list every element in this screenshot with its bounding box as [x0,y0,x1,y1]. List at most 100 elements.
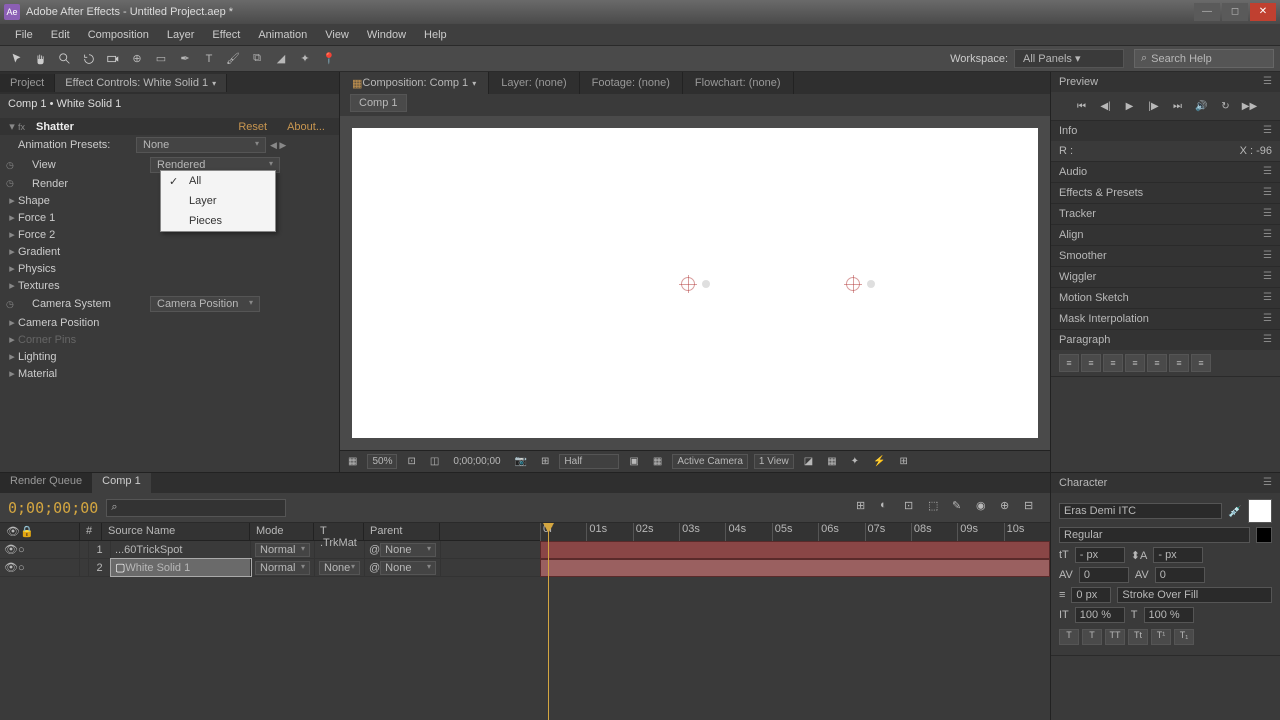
minimize-button[interactable]: — [1194,3,1220,21]
group-shape[interactable]: Shape [18,195,148,207]
col-mode[interactable]: Mode [250,523,314,540]
transparency-icon[interactable]: ▦ [649,455,666,468]
parent-select[interactable]: None [380,561,436,575]
roto-tool[interactable]: ✦ [294,49,316,69]
trkmat-select[interactable]: None [319,561,360,575]
layer-bar-2[interactable] [540,559,1050,577]
selection-tool[interactable] [6,49,28,69]
panel-character[interactable]: Character [1059,477,1107,489]
align-center-button[interactable]: ≡ [1081,354,1101,372]
camera-tool[interactable] [102,49,124,69]
justify-button[interactable]: ≡ [1147,354,1167,372]
preset-nav[interactable]: ◀ ▶ [270,140,286,151]
col-parent[interactable]: Parent [364,523,440,540]
tab-composition[interactable]: ▦ Composition: Comp 1▾ [340,72,489,94]
menu-help[interactable]: Help [415,26,456,44]
first-frame-button[interactable]: ⏮ [1072,98,1092,114]
kerning[interactable]: 0 [1079,567,1129,583]
tl-icon[interactable]: ◉ [976,499,994,517]
group-toggle[interactable]: ▸ [6,262,18,275]
stopwatch-icon[interactable]: ◷ [6,178,20,189]
stopwatch-icon[interactable]: ◷ [6,160,20,171]
panel-menu-icon[interactable]: ☰ [1263,76,1272,88]
tl-icon[interactable]: ⊕ [1000,499,1018,517]
panel-menu-icon[interactable]: ☰ [1263,292,1272,304]
layer-name[interactable]: ...60TrickSpot [111,541,251,558]
footer-icon[interactable]: ◪ [800,455,817,468]
panel-menu-icon[interactable]: ☰ [1263,187,1272,199]
menu-layer[interactable]: Layer [158,26,204,44]
tab-project[interactable]: Project [0,74,55,92]
roi-icon[interactable]: ▣ [625,455,642,468]
group-toggle[interactable]: ▸ [6,316,18,329]
tab-layer[interactable]: Layer: (none) [489,72,579,94]
panel-info[interactable]: Info [1059,125,1077,137]
fill-color[interactable] [1248,499,1272,523]
timeline-layer-row[interactable]: 👁 ○ 2 ▢ White Solid 1 Normal None @None [0,559,540,577]
next-frame-button[interactable]: |▶ [1144,98,1164,114]
pickwhip-icon[interactable]: @ [369,562,380,574]
group-toggle[interactable]: ▸ [6,245,18,258]
col-trkmat[interactable]: T .TrkMat [314,523,364,540]
hand-tool[interactable] [30,49,52,69]
menu-composition[interactable]: Composition [79,26,158,44]
stroke-color[interactable] [1256,527,1272,543]
puppet-tool[interactable]: 📍 [318,49,340,69]
all-caps[interactable]: TT [1105,629,1125,645]
col-source[interactable]: Source Name [102,523,250,540]
eraser-tool[interactable]: ◢ [270,49,292,69]
panel-effects-presets[interactable]: Effects & Presets [1059,187,1143,199]
group-physics[interactable]: Physics [18,263,148,275]
views-select[interactable]: 1 View [754,454,794,469]
play-button[interactable]: ▶ [1120,98,1140,114]
justify-button[interactable]: ≡ [1169,354,1189,372]
playhead[interactable] [548,523,549,720]
hscale[interactable]: 100 % [1144,607,1194,623]
tl-icon[interactable]: ⊞ [856,499,874,517]
align-right-button[interactable]: ≡ [1103,354,1123,372]
visibility-toggle[interactable]: 👁 [4,561,18,574]
stroke-width[interactable]: 0 px [1071,587,1111,603]
menu-effect[interactable]: Effect [203,26,249,44]
layer-name[interactable]: ▢ White Solid 1 [111,559,251,576]
panel-tracker[interactable]: Tracker [1059,208,1096,220]
panel-menu-icon[interactable]: ☰ [1263,271,1272,283]
timeline-track-area[interactable]: 0f01s 02s03s 04s05s 06s07s 08s09s 10s [540,523,1050,720]
panel-menu-icon[interactable]: ☰ [1263,334,1272,346]
camsys-select[interactable]: Camera Position [150,296,260,312]
justify-button[interactable]: ≡ [1125,354,1145,372]
panel-paragraph[interactable]: Paragraph [1059,334,1110,346]
comp-breadcrumb[interactable]: Comp 1 [350,94,407,112]
group-toggle[interactable]: ▸ [6,211,18,224]
panel-menu-icon[interactable]: ☰ [1263,313,1272,325]
font-style-select[interactable]: Regular [1059,527,1250,543]
tl-icon[interactable]: ⊡ [904,499,922,517]
menu-view[interactable]: View [316,26,358,44]
effect-name[interactable]: Shatter [32,121,74,133]
stopwatch-icon[interactable]: ◷ [6,299,20,310]
stroke-style-select[interactable]: Stroke Over Fill [1117,587,1272,603]
type-tool[interactable]: T [198,49,220,69]
help-search[interactable]: Search Help [1134,49,1274,68]
close-button[interactable]: ✕ [1250,3,1276,21]
rotate-tool[interactable] [78,49,100,69]
ram-preview-button[interactable]: ▶▶ [1240,98,1260,114]
brush-tool[interactable]: 🖌 [222,49,244,69]
panel-menu-icon[interactable]: ☰ [1263,125,1272,137]
panel-menu-icon[interactable]: ☰ [1263,477,1272,489]
timeline-layer-row[interactable]: 👁 ○ 1 ...60TrickSpot Normal @None [0,541,540,559]
panel-align[interactable]: Align [1059,229,1083,241]
footer-icon[interactable]: ▦ [823,455,840,468]
tl-icon[interactable]: ⬚ [928,499,946,517]
resolution-select[interactable]: Half [559,454,619,469]
timeline-search[interactable]: ⌕ [106,499,286,517]
prev-frame-button[interactable]: ◀| [1096,98,1116,114]
fx-icon[interactable]: fx [18,122,32,132]
about-link[interactable]: About... [287,121,325,133]
group-lighting[interactable]: Lighting [18,351,148,363]
footer-icon[interactable]: ◫ [426,455,443,468]
panel-menu-icon[interactable]: ☰ [1263,250,1272,262]
snapshot-icon[interactable]: 📷 [511,455,531,468]
mode-select[interactable]: Normal [255,561,310,575]
mode-select[interactable]: Normal [255,543,310,557]
